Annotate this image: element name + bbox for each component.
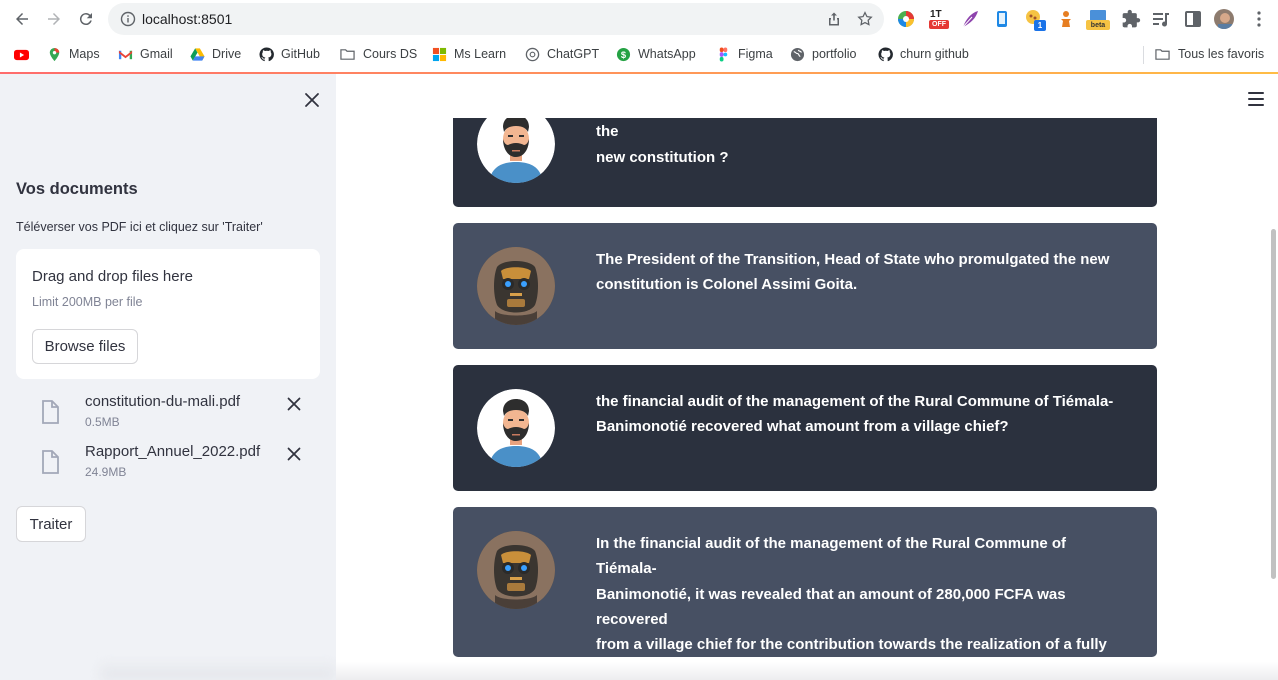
bookmark-star-icon[interactable] — [856, 10, 874, 28]
youtube-icon — [14, 49, 29, 60]
globe-icon — [790, 47, 805, 61]
badge-extension-icon[interactable]: 1 — [1024, 9, 1046, 31]
sidebar-shadow — [100, 660, 336, 680]
url-text: localhost:8501 — [142, 11, 233, 27]
file-name: Rapport_Annuel_2022.pdf — [85, 443, 261, 460]
share-icon[interactable] — [826, 11, 842, 27]
dropzone-title: Drag and drop files here — [32, 268, 193, 285]
arrow-left-icon — [16, 13, 28, 25]
browser-menu-icon[interactable] — [1249, 9, 1269, 29]
media-queue-icon[interactable] — [1151, 9, 1171, 29]
sidebar: Vos documents Téléverser vos PDF ici et … — [0, 74, 336, 680]
github-icon — [259, 46, 274, 61]
sidebar-title: Vos documents — [16, 180, 138, 198]
maps-pin-icon — [49, 47, 60, 61]
phone-icon[interactable] — [992, 9, 1012, 29]
github-icon — [878, 46, 893, 61]
file-size: 0.5MB — [85, 415, 120, 429]
all-bookmarks[interactable]: Tous les favoris — [1154, 44, 1264, 64]
back-button[interactable] — [11, 8, 33, 30]
folder-icon — [340, 48, 355, 60]
bookmark-ms-learn[interactable]: Ms Learn — [432, 44, 506, 64]
color-picker-icon[interactable] — [896, 9, 916, 29]
bookmark-chatgpt[interactable]: ChatGPT — [525, 44, 599, 64]
bot-avatar — [477, 247, 555, 325]
reload-button[interactable] — [75, 8, 97, 30]
svg-text:$: $ — [621, 49, 627, 59]
message-text: In the financial audit of the management… — [596, 535, 1107, 678]
dropzone-limit: Limit 200MB per file — [32, 295, 143, 309]
reload-icon — [79, 13, 92, 26]
bookmarks-separator — [1143, 46, 1144, 64]
scrollbar-thumb[interactable] — [1271, 229, 1276, 579]
bookmark-whatsapp[interactable]: $ WhatsApp — [616, 44, 696, 64]
uploaded-file: constitution-du-mali.pdf 0.5MB — [38, 393, 318, 433]
gmail-icon — [118, 50, 133, 59]
address-bar[interactable]: localhost:8501 — [108, 3, 884, 35]
main-content: Who is the President of the Transition, … — [336, 74, 1278, 680]
puzzle-icon[interactable] — [1121, 9, 1141, 29]
bookmark-portfolio[interactable]: portfolio — [790, 44, 856, 64]
browser-toolbar: localhost:8501 1T OFF 1 beta — [0, 0, 1278, 38]
chatgpt-icon — [525, 47, 540, 61]
file-name: constitution-du-mali.pdf — [85, 393, 241, 410]
remove-file-icon[interactable] — [286, 396, 302, 412]
bookmark-youtube[interactable] — [14, 44, 36, 64]
uploaded-file: Rapport_Annuel_2022.pdf 24.9MB — [38, 443, 318, 483]
bottom-shadow — [336, 662, 1278, 680]
beta-extension-icon[interactable]: beta — [1086, 9, 1110, 30]
browse-files-button[interactable]: Browse files — [32, 329, 138, 364]
microsoft-icon — [432, 47, 447, 61]
forward-button[interactable] — [43, 8, 65, 30]
message-text: The President of the Transition, Head of… — [596, 251, 1110, 294]
chess-icon[interactable] — [1056, 9, 1076, 29]
figma-icon — [719, 46, 728, 62]
scroll-header-mask — [336, 74, 1278, 118]
remove-file-icon[interactable] — [286, 446, 302, 462]
profile-avatar[interactable] — [1214, 9, 1234, 29]
bookmark-figma[interactable]: Figma — [716, 44, 773, 64]
arrow-right-icon — [48, 13, 60, 25]
bookmark-github[interactable]: GitHub — [259, 44, 320, 64]
bot-avatar — [477, 531, 555, 609]
main-menu-button[interactable] — [1248, 92, 1264, 106]
close-sidebar-icon[interactable] — [303, 91, 321, 109]
bookmarks-bar: Maps Gmail Drive GitHub Cours DS Ms Lear… — [0, 40, 1278, 68]
file-dropzone[interactable]: Drag and drop files here Limit 200MB per… — [16, 249, 320, 379]
bookmark-gmail[interactable]: Gmail — [118, 44, 173, 64]
bookmark-maps[interactable]: Maps — [47, 44, 100, 64]
bookmark-cours-ds[interactable]: Cours DS — [339, 44, 417, 64]
folder-icon — [1155, 48, 1170, 60]
sidebar-subtitle: Téléverser vos PDF ici et cliquez sur 'T… — [16, 220, 263, 234]
chat-message-bot: The President of the Transition, Head of… — [453, 223, 1157, 349]
file-icon — [42, 400, 59, 424]
message-text: the financial audit of the management of… — [596, 393, 1114, 436]
user-avatar — [477, 389, 555, 467]
chat-message-bot: In the financial audit of the management… — [453, 507, 1157, 678]
feather-icon[interactable] — [960, 9, 980, 29]
file-size: 24.9MB — [85, 465, 127, 479]
bookmark-drive[interactable]: Drive — [190, 44, 241, 64]
drive-icon — [190, 47, 205, 61]
chat-message-user: the financial audit of the management of… — [453, 365, 1157, 491]
bookmark-churn-github[interactable]: churn github — [878, 44, 969, 64]
extension-off-icon[interactable]: 1T OFF — [928, 9, 949, 29]
whatsapp-icon: $ — [616, 47, 631, 61]
file-icon — [42, 450, 59, 474]
info-icon[interactable] — [120, 11, 136, 27]
traiter-button[interactable]: Traiter — [16, 506, 86, 542]
side-panel-icon[interactable] — [1183, 9, 1203, 29]
